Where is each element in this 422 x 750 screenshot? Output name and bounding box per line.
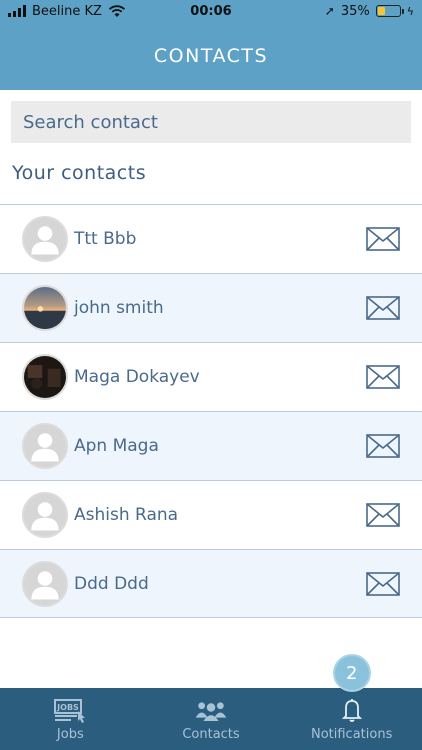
avatar — [22, 354, 68, 400]
header-bar: CONTACTS — [0, 22, 422, 90]
mail-icon[interactable] — [366, 365, 400, 389]
section-title: Your contacts — [12, 162, 147, 184]
page-title: CONTACTS — [153, 45, 269, 67]
tab-contacts[interactable]: Contacts — [141, 688, 282, 750]
avatar — [22, 285, 68, 331]
tab-jobs-label: Jobs — [56, 727, 84, 742]
tab-jobs[interactable]: JOBS Jobs — [0, 688, 141, 750]
contact-row[interactable]: Maga Dokayev — [0, 342, 422, 411]
default-avatar-icon — [22, 560, 68, 607]
status-left: Beeline KZ — [8, 4, 126, 19]
tab-contacts-label: Contacts — [182, 727, 240, 742]
status-bar: Beeline KZ 00:06 ➚ 35% ϟ — [0, 0, 422, 22]
contact-name: john smith — [74, 298, 164, 318]
contact-row[interactable]: Apn Maga — [0, 411, 422, 480]
contacts-group-icon — [195, 702, 227, 722]
contact-name: Ashish Rana — [74, 505, 179, 525]
signal-icon — [8, 5, 26, 17]
status-time: 00:06 — [190, 3, 232, 19]
mail-icon[interactable] — [366, 434, 400, 458]
battery-fill — [377, 7, 386, 15]
contact-row[interactable]: john smith — [0, 273, 422, 342]
tab-notifications[interactable]: 2 Notifications — [281, 654, 422, 750]
tab-notifications-label: Notifications — [310, 727, 393, 742]
mail-icon[interactable] — [366, 296, 400, 320]
contact-list: Ttt Bbb john smith Maga Dokayev Apn Maga Ash… — [0, 204, 422, 618]
contact-name: Apn Maga — [74, 436, 159, 456]
contact-name: Maga Dokayev — [74, 367, 200, 387]
charging-bolt-icon: ϟ — [406, 4, 414, 18]
status-right: ➚ 35% ϟ — [325, 4, 414, 19]
tab-bar: JOBS Jobs Contacts 2 Notifications — [0, 654, 422, 750]
jobs-icon: JOBS — [54, 699, 86, 723]
svg-text:JOBS: JOBS — [57, 703, 80, 712]
battery-icon — [375, 5, 404, 17]
battery-percent: 35% — [340, 3, 370, 19]
bell-icon — [341, 699, 362, 722]
wifi-icon — [108, 4, 125, 17]
contact-row[interactable]: Ddd Ddd — [0, 549, 422, 618]
default-avatar-icon — [22, 492, 68, 538]
contact-name: Ttt Bbb — [74, 229, 137, 249]
notification-badge: 2 — [332, 654, 371, 692]
contact-name: Ddd Ddd — [74, 573, 149, 594]
search-input[interactable] — [11, 101, 411, 143]
mail-icon[interactable] — [366, 227, 400, 251]
default-avatar-icon — [22, 423, 68, 469]
location-arrow-icon: ➚ — [324, 4, 335, 18]
mail-icon[interactable] — [366, 571, 400, 596]
contact-row[interactable]: Ashish Rana — [0, 480, 422, 549]
contact-row[interactable]: Ttt Bbb — [0, 204, 422, 273]
carrier-name: Beeline KZ — [32, 3, 102, 19]
default-avatar-icon — [22, 216, 68, 262]
mail-icon[interactable] — [366, 503, 400, 527]
